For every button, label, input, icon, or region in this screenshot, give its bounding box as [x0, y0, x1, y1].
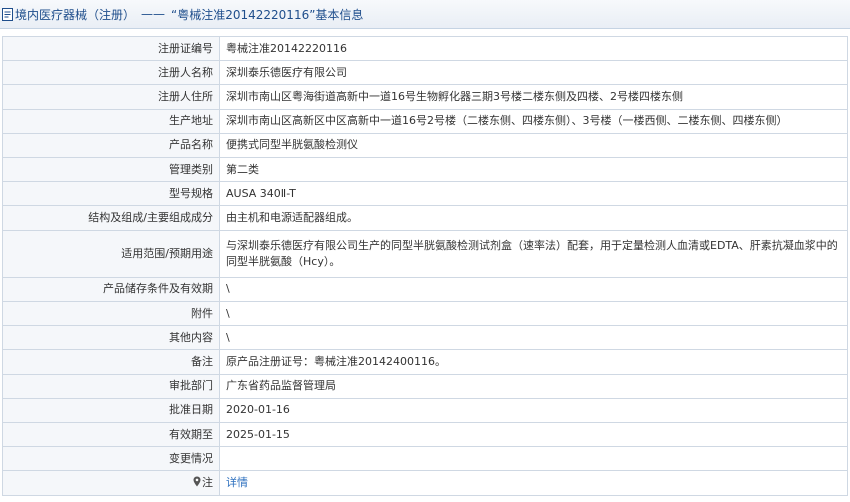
table-row: 结构及组成/主要组成成分 由主机和电源适配器组成。 [2, 205, 848, 231]
row-value: 由主机和电源适配器组成。 [219, 205, 848, 231]
row-label: 结构及组成/主要组成成分 [2, 205, 220, 231]
table-row: 审批部门 广东省药品监督管理局 [2, 373, 848, 399]
table-row: 变更情况 [2, 446, 848, 472]
row-label: 管理类别 [2, 156, 220, 183]
row-label: 注册证编号 [2, 35, 220, 62]
row-value: 深圳市南山区粤海街道高新中一道16号生物孵化器三期3号楼二楼东侧及四楼、2号楼四… [219, 84, 848, 110]
note-label-cell: 注 [2, 470, 220, 496]
row-value: 深圳泰乐德医疗有限公司 [219, 60, 848, 86]
row-label: 注 [202, 475, 213, 489]
row-value: 2020-01-16 [219, 397, 848, 424]
row-label: 有效期至 [2, 422, 220, 448]
info-table: 注册证编号 粤械注准20142220116 注册人名称 深圳泰乐德医疗有限公司 … [2, 35, 848, 496]
row-value: 便携式同型半胱氨酸检测仪 [219, 132, 848, 158]
header-record-title: “粤械注准20142220116”基本信息 [171, 7, 364, 22]
table-row: 注册证编号 粤械注准20142220116 [2, 35, 848, 62]
row-value [219, 446, 848, 472]
row-value: 与深圳泰乐德医疗有限公司生产的同型半胱氨酸检测试剂盒（速率法）配套，用于定量检测… [219, 229, 848, 278]
row-label: 附件 [2, 301, 220, 327]
table-row: 管理类别 第二类 [2, 156, 848, 183]
row-label: 备注 [2, 349, 220, 375]
row-value: 原产品注册证号：粤械注准20142400116。 [219, 349, 848, 375]
row-value: 粤械注准20142220116 [219, 35, 848, 62]
row-value: 2025-01-15 [219, 422, 848, 448]
page-header: 境内医疗器械（注册） —— “粤械注准20142220116”基本信息 [0, 0, 850, 29]
map-pin-icon [193, 476, 201, 487]
row-label: 变更情况 [2, 446, 220, 472]
table-row: 注册人名称 深圳泰乐德医疗有限公司 [2, 60, 848, 86]
row-label: 型号规格 [2, 181, 220, 207]
row-label: 其他内容 [2, 325, 220, 351]
row-value: \ [219, 301, 848, 327]
table-row: 生产地址 深圳市南山区高新区中区高新中一道16号2号楼（二楼东侧、四楼东侧）、3… [2, 108, 848, 134]
table-row: 产品名称 便携式同型半胱氨酸检测仪 [2, 132, 848, 158]
row-label: 批准日期 [2, 397, 220, 424]
table-row: 备注 原产品注册证号：粤械注准20142400116。 [2, 349, 848, 375]
row-label: 注册人住所 [2, 84, 220, 110]
header-category: 境内医疗器械（注册） [15, 7, 136, 22]
row-label: 审批部门 [2, 373, 220, 399]
table-row: 有效期至 2025-01-15 [2, 422, 848, 448]
table-row: 产品储存条件及有效期 \ [2, 276, 848, 303]
table-row: 附件 \ [2, 301, 848, 327]
page: 境内医疗器械（注册） —— “粤械注准20142220116”基本信息 注册证编… [0, 0, 850, 502]
row-value: 第二类 [219, 156, 848, 183]
document-icon [2, 7, 13, 21]
table-row: 型号规格 AUSA 340Ⅱ-T [2, 181, 848, 207]
row-value: 深圳市南山区高新区中区高新中一道16号2号楼（二楼东侧、四楼东侧）、3号楼（一楼… [219, 108, 848, 134]
details-link[interactable]: 详情 [219, 470, 848, 496]
table-row: 适用范围/预期用途 与深圳泰乐德医疗有限公司生产的同型半胱氨酸检测试剂盒（速率法… [2, 229, 848, 278]
row-value: 广东省药品监督管理局 [219, 373, 848, 399]
row-label: 生产地址 [2, 108, 220, 134]
row-label: 注册人名称 [2, 60, 220, 86]
row-value: \ [219, 276, 848, 303]
row-label: 适用范围/预期用途 [2, 229, 220, 278]
header-separator: —— [141, 7, 166, 21]
table-row: 注 详情 [2, 470, 848, 496]
row-value: \ [219, 325, 848, 351]
table-row: 注册人住所 深圳市南山区粤海街道高新中一道16号生物孵化器三期3号楼二楼东侧及四… [2, 84, 848, 110]
row-label: 产品储存条件及有效期 [2, 276, 220, 303]
table-row: 批准日期 2020-01-16 [2, 397, 848, 424]
row-value: AUSA 340Ⅱ-T [219, 181, 848, 207]
table-row: 其他内容 \ [2, 325, 848, 351]
row-label: 产品名称 [2, 132, 220, 158]
